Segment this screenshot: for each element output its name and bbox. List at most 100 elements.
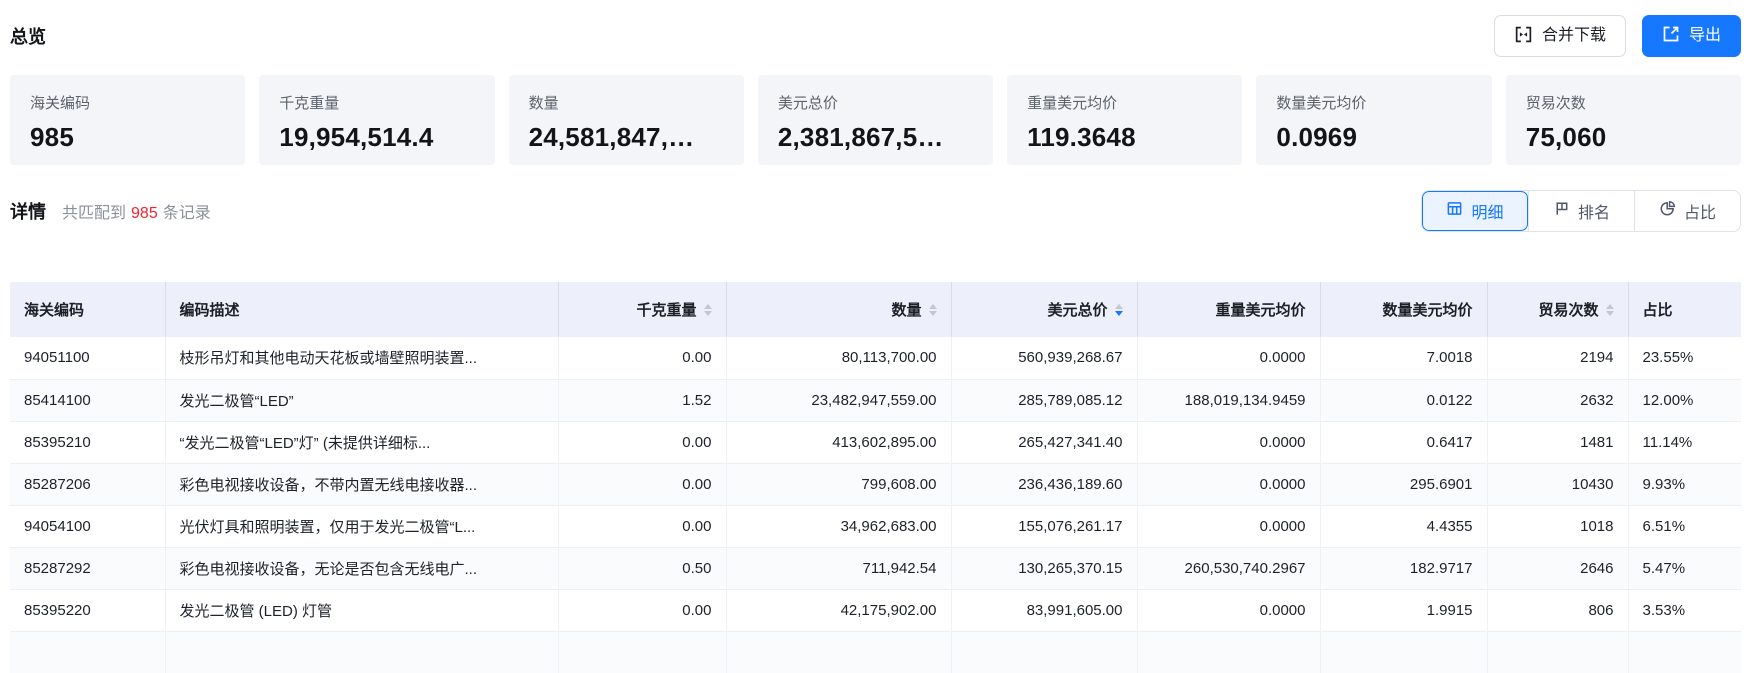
export-icon bbox=[1662, 25, 1680, 47]
cell-share: 23.55% bbox=[1628, 337, 1741, 379]
cell-trade-count: 2646 bbox=[1487, 547, 1628, 589]
tab-share[interactable]: 占比 bbox=[1634, 191, 1740, 231]
table-row[interactable]: 85414100 发光二极管“LED” 1.52 23,482,947,559.… bbox=[10, 379, 1741, 421]
topbar: 总览 合并下载 导出 bbox=[0, 0, 1751, 58]
tab-detail[interactable]: 明细 bbox=[1422, 191, 1528, 231]
table-row[interactable]: 85287206 彩色电视接收设备，不带内置无线电接收器... 0.00 799… bbox=[10, 463, 1741, 505]
details-bar: 详情 共匹配到985条记录 明细 排名 bbox=[10, 190, 1741, 232]
sort-icon[interactable] bbox=[1606, 304, 1614, 316]
cell-quantity: 413,602,895.00 bbox=[726, 421, 951, 463]
cell-quantity: 23,482,947,559.00 bbox=[726, 379, 951, 421]
cell-share: 5.47% bbox=[1628, 547, 1741, 589]
cell-share: 9.93% bbox=[1628, 463, 1741, 505]
cell-quantity: 42,175,902.00 bbox=[726, 589, 951, 631]
cell-quantity: 34,962,683.00 bbox=[726, 505, 951, 547]
tab-detail-label: 明细 bbox=[1471, 199, 1503, 223]
cell-kg-weight: 0.00 bbox=[558, 337, 726, 379]
cell-usd-total: 236,436,189.60 bbox=[951, 463, 1137, 505]
cell-quantity: 799,608.00 bbox=[726, 463, 951, 505]
cell-usd-per-kg: 0.0000 bbox=[1137, 421, 1320, 463]
cell-kg-weight: 1.52 bbox=[558, 379, 726, 421]
merge-download-button[interactable]: 合并下载 bbox=[1494, 15, 1626, 57]
cell-description: 发光二极管 (LED) 灯管 bbox=[165, 589, 558, 631]
details-title: 详情 bbox=[10, 198, 46, 224]
table-row[interactable]: 85395210 “发光二极管“LED”灯” (未提供详细标... 0.00 4… bbox=[10, 421, 1741, 463]
sort-icon[interactable] bbox=[929, 304, 937, 316]
card-value: 119.3648 bbox=[1027, 122, 1222, 153]
card-value: 985 bbox=[30, 122, 225, 153]
cell-usd-per-qty: 7.0018 bbox=[1320, 337, 1487, 379]
table-header-row: 海关编码 编码描述 千克重量 数量 美元总价 重量美元均价 数量美元均价 贸易次… bbox=[10, 282, 1741, 337]
cell-trade-count: 2632 bbox=[1487, 379, 1628, 421]
table-row[interactable]: 94051100 枝形吊灯和其他电动天花板或墙壁照明装置... 0.00 80,… bbox=[10, 337, 1741, 379]
cell-usd-per-kg: 0.0000 bbox=[1137, 337, 1320, 379]
card-value: 75,060 bbox=[1526, 122, 1721, 153]
match-prefix: 共匹配到 bbox=[62, 205, 126, 222]
cell-kg-weight: 0.00 bbox=[558, 505, 726, 547]
cell-description: 彩色电视接收设备，无论是否包含无线电广... bbox=[165, 547, 558, 589]
cell-description: 发光二极管“LED” bbox=[165, 379, 558, 421]
cell-hs-code: 85395210 bbox=[10, 421, 165, 463]
cell-usd-per-kg: 188,019,134.9459 bbox=[1137, 379, 1320, 421]
cell-trade-count: 806 bbox=[1487, 589, 1628, 631]
table-row[interactable]: 85395220 发光二极管 (LED) 灯管 0.00 42,175,902.… bbox=[10, 589, 1741, 631]
summary-card-usd-per-qty: 数量美元均价 0.0969 bbox=[1256, 75, 1491, 165]
cell-trade-count: 1481 bbox=[1487, 421, 1628, 463]
card-label: 千克重量 bbox=[279, 92, 474, 113]
cell-usd-per-kg: 0.0000 bbox=[1137, 463, 1320, 505]
tab-share-label: 占比 bbox=[1684, 199, 1716, 223]
column-header-description: 编码描述 bbox=[165, 282, 558, 337]
sort-icon[interactable] bbox=[704, 304, 712, 316]
table-icon bbox=[1446, 200, 1463, 222]
table-row[interactable]: 94054100 光伏灯具和照明装置，仅用于发光二极管“L... 0.00 34… bbox=[10, 505, 1741, 547]
cell-usd-per-qty: 182.9717 bbox=[1320, 547, 1487, 589]
cell-usd-per-qty: 0.0122 bbox=[1320, 379, 1487, 421]
table-row-partial bbox=[10, 631, 1741, 673]
card-label: 重量美元均价 bbox=[1027, 92, 1222, 113]
column-header-usd-per-kg: 重量美元均价 bbox=[1137, 282, 1320, 337]
match-summary: 共匹配到985条记录 bbox=[62, 199, 211, 223]
cell-quantity: 711,942.54 bbox=[726, 547, 951, 589]
cell-hs-code: 85414100 bbox=[10, 379, 165, 421]
card-label: 海关编码 bbox=[30, 92, 225, 113]
cell-usd-per-kg: 260,530,740.2967 bbox=[1137, 547, 1320, 589]
cell-share: 11.14% bbox=[1628, 421, 1741, 463]
column-header-hs-code: 海关编码 bbox=[10, 282, 165, 337]
cell-usd-total: 285,789,085.12 bbox=[951, 379, 1137, 421]
cell-description: 枝形吊灯和其他电动天花板或墙壁照明装置... bbox=[165, 337, 558, 379]
merge-download-label: 合并下载 bbox=[1542, 28, 1606, 44]
export-button[interactable]: 导出 bbox=[1642, 15, 1741, 57]
card-value: 2,381,867,5… bbox=[778, 122, 973, 153]
match-count: 985 bbox=[126, 205, 163, 222]
column-header-usd-total[interactable]: 美元总价 bbox=[951, 282, 1137, 337]
cell-usd-per-kg: 0.0000 bbox=[1137, 505, 1320, 547]
summary-card-quantity: 数量 24,581,847,… bbox=[509, 75, 744, 165]
ranking-icon bbox=[1553, 200, 1570, 222]
cell-usd-total: 265,427,341.40 bbox=[951, 421, 1137, 463]
card-label: 贸易次数 bbox=[1526, 92, 1721, 113]
column-header-quantity[interactable]: 数量 bbox=[726, 282, 951, 337]
cell-trade-count: 2194 bbox=[1487, 337, 1628, 379]
column-header-trade-count[interactable]: 贸易次数 bbox=[1487, 282, 1628, 337]
summary-card-hs-code: 海关编码 985 bbox=[10, 75, 245, 165]
cell-usd-per-qty: 0.6417 bbox=[1320, 421, 1487, 463]
card-value: 19,954,514.4 bbox=[279, 122, 474, 153]
cell-usd-total: 560,939,268.67 bbox=[951, 337, 1137, 379]
cell-trade-count: 10430 bbox=[1487, 463, 1628, 505]
table-row[interactable]: 85287292 彩色电视接收设备，无论是否包含无线电广... 0.50 711… bbox=[10, 547, 1741, 589]
column-header-share: 占比 bbox=[1628, 282, 1741, 337]
cell-description: 光伏灯具和照明装置，仅用于发光二极管“L... bbox=[165, 505, 558, 547]
cell-quantity: 80,113,700.00 bbox=[726, 337, 951, 379]
topbar-actions: 合并下载 导出 bbox=[1494, 15, 1741, 57]
column-header-kg-weight[interactable]: 千克重量 bbox=[558, 282, 726, 337]
detail-table: 海关编码 编码描述 千克重量 数量 美元总价 重量美元均价 数量美元均价 贸易次… bbox=[10, 282, 1741, 673]
card-label: 美元总价 bbox=[778, 92, 973, 113]
sort-icon-active-desc[interactable] bbox=[1115, 304, 1123, 316]
tab-ranking[interactable]: 排名 bbox=[1528, 191, 1634, 231]
export-label: 导出 bbox=[1689, 28, 1721, 44]
tab-ranking-label: 排名 bbox=[1578, 199, 1610, 223]
cell-hs-code: 85287206 bbox=[10, 463, 165, 505]
card-label: 数量美元均价 bbox=[1276, 92, 1471, 113]
view-tabs: 明细 排名 占比 bbox=[1421, 190, 1741, 232]
column-header-usd-per-qty: 数量美元均价 bbox=[1320, 282, 1487, 337]
